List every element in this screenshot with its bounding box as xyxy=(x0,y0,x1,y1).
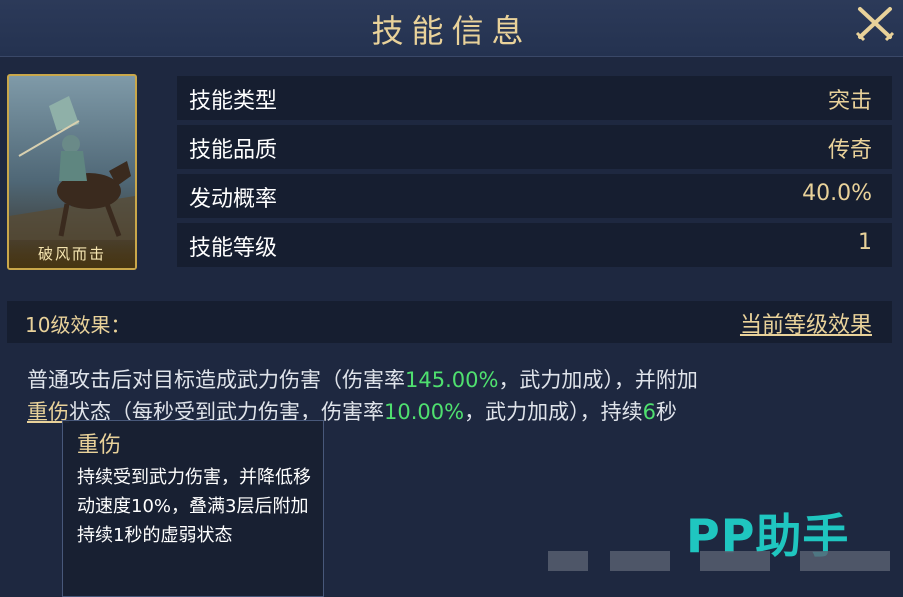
info-row-quality: 技能品质 传奇 xyxy=(177,125,892,169)
info-label: 发动概率 xyxy=(189,187,278,212)
skill-card-name: 破风而击 xyxy=(9,240,135,268)
title-bar: 技能信息 xyxy=(0,0,903,57)
info-label: 技能类型 xyxy=(189,89,278,114)
blurred-region xyxy=(610,551,670,571)
blurred-region xyxy=(700,551,770,571)
info-label: 技能品质 xyxy=(189,138,278,163)
current-level-effect-link[interactable]: 当前等级效果 xyxy=(740,307,872,339)
effect-text-part: ，武力加成），持续 xyxy=(464,400,643,424)
duration-value: 6 xyxy=(642,400,656,424)
keyword-tooltip: 重伤 持续受到武力伤害，并降低移动速度10%，叠满3层后附加持续1秒的虚弱状态 xyxy=(62,420,324,597)
page-title: 技能信息 xyxy=(371,12,532,50)
info-value: 1 xyxy=(858,230,872,255)
damage-rate-value: 145.00% xyxy=(405,368,499,392)
close-button[interactable] xyxy=(852,3,898,43)
dot-rate-value: 10.00% xyxy=(384,400,465,424)
effect-text-part: 普通攻击后对目标造成武力伤害（伤害率 xyxy=(27,368,405,392)
info-row-probability: 发动概率 40.0% xyxy=(177,174,892,218)
info-label: 技能等级 xyxy=(189,236,278,261)
info-row-level: 技能等级 1 xyxy=(177,223,892,267)
effect-text-part: 秒 xyxy=(655,400,677,424)
info-row-type: 技能类型 突击 xyxy=(177,76,892,120)
blurred-region xyxy=(800,551,890,571)
effect-description: 普通攻击后对目标造成武力伤害（伤害率145.00%，武力加成），并附加 重伤状态（… xyxy=(27,364,887,428)
effect-header: 10级效果： 当前等级效果 xyxy=(7,301,892,343)
effect-text-part: ，武力加成），并附加 xyxy=(498,368,698,392)
info-value: 传奇 xyxy=(827,138,872,163)
tooltip-title: 重伤 xyxy=(77,433,122,458)
info-value: 40.0% xyxy=(802,181,872,206)
effect-level-label: 10级效果： xyxy=(25,313,131,337)
tooltip-body: 持续受到武力伤害，并降低移动速度10%，叠满3层后附加持续1秒的虚弱状态 xyxy=(77,467,311,546)
blurred-region xyxy=(548,551,588,571)
info-value: 突击 xyxy=(827,89,872,114)
skill-card[interactable]: 破风而击 xyxy=(7,74,137,270)
close-crossed-swords-icon xyxy=(855,7,895,42)
